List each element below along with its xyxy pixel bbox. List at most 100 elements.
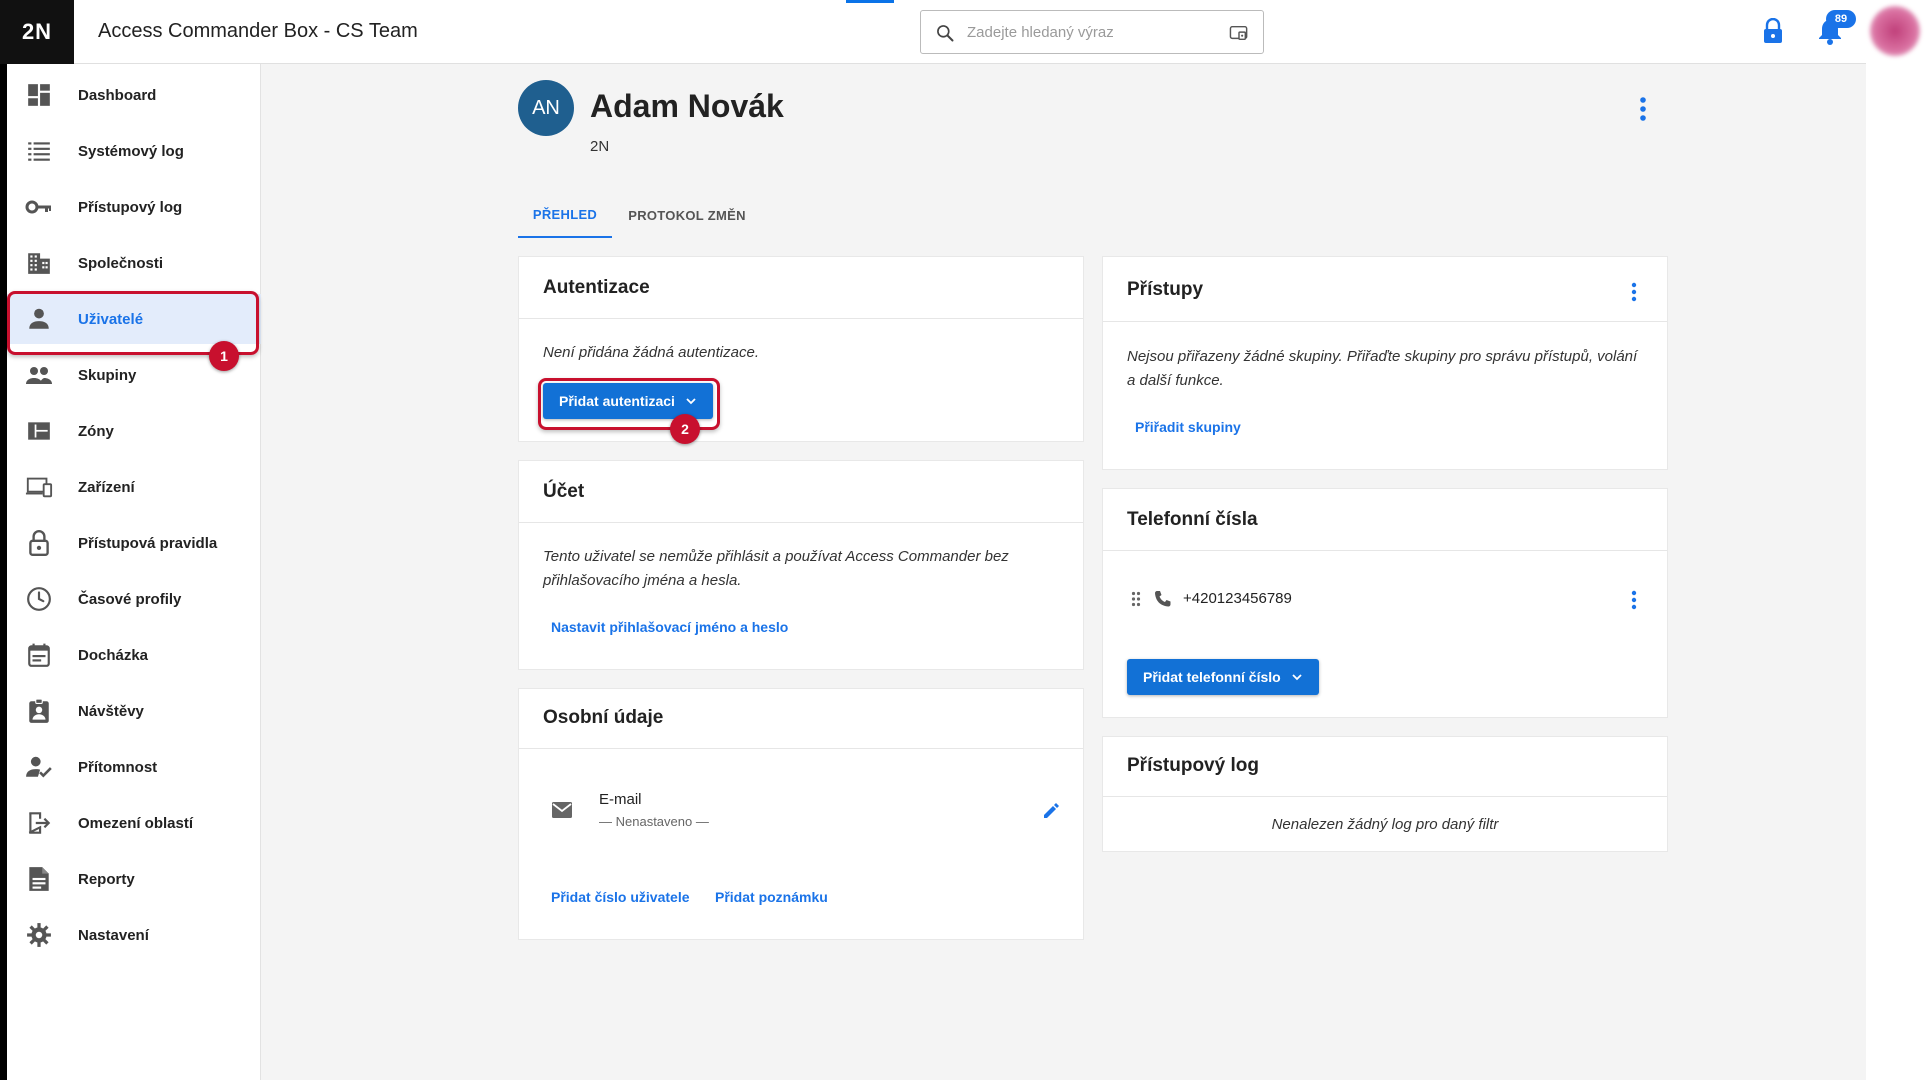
set-login-link[interactable]: Nastavit přihlašovací jméno a heslo <box>551 619 788 635</box>
sidebar-item-access-log[interactable]: Přístupový log <box>7 182 261 232</box>
sidebar-item-label: Návštěvy <box>78 702 144 720</box>
card-title: Telefonní čísla <box>1127 509 1258 530</box>
sidebar-item-label: Nastavení <box>78 926 149 944</box>
search-icon <box>937 25 954 42</box>
zones-icon <box>25 417 53 445</box>
sidebar-item-dashboard[interactable]: Dashboard <box>7 70 261 120</box>
phone-number: +420123456789 <box>1183 590 1292 607</box>
phone-numbers-card: Telefonní čísla +420123456789 Přidat tel… <box>1102 488 1668 718</box>
profile-avatar[interactable] <box>1866 0 1926 64</box>
add-user-number-link[interactable]: Přidat číslo uživatele <box>551 889 690 905</box>
add-phone-number-button[interactable]: Přidat telefonní číslo <box>1127 659 1319 695</box>
sidebar-item-settings[interactable]: Nastavení <box>7 910 261 960</box>
sidebar-item-access-rules[interactable]: Přístupová pravidla <box>7 518 261 568</box>
sidebar-item-label: Reporty <box>78 870 135 888</box>
sidebar-item-time-profiles[interactable]: Časové profily <box>7 574 261 624</box>
more-options-icon[interactable] <box>1629 281 1639 303</box>
search-input[interactable]: Zadejte hledaný výraz <box>920 10 1264 54</box>
empty-auth-text: Není přidána žádná autentizace. <box>543 344 759 361</box>
user-avatar: AN <box>518 80 574 136</box>
gear-icon <box>25 921 53 949</box>
phone-icon <box>1155 591 1171 607</box>
sidebar-item-visits[interactable]: Návštěvy <box>7 686 261 736</box>
card-reader-icon[interactable] <box>1229 24 1249 42</box>
sidebar-item-devices[interactable]: Zařízení <box>7 462 261 512</box>
add-note-link[interactable]: Přidat poznámku <box>715 889 828 905</box>
access-groups-card: Přístupy Nejsou přiřazeny žádné skupiny.… <box>1102 256 1668 470</box>
empty-log-text: Nenalezen žádný log pro daný filtr <box>1271 816 1499 833</box>
devices-icon <box>25 473 53 501</box>
sidebar-item-label: Omezení oblastí <box>78 814 194 832</box>
sidebar-item-label: Systémový log <box>78 142 184 160</box>
more-options-icon[interactable] <box>1629 589 1639 611</box>
step-marker-2: 2 <box>670 414 700 444</box>
divider <box>519 522 1083 523</box>
sidebar-item-label: Skupiny <box>78 366 137 384</box>
no-groups-text: Nejsou přiřazeny žádné skupiny. Přiřaďte… <box>1127 348 1638 389</box>
card-title: Přístupy <box>1127 279 1204 300</box>
tab-change-log[interactable]: PROTOKOL ZMĚN <box>622 192 752 238</box>
more-options-icon[interactable] <box>1636 96 1650 122</box>
person-check-icon <box>25 753 53 781</box>
visitor-badge-icon <box>25 697 53 725</box>
right-margin <box>1866 64 1926 1080</box>
button-label: Přidat telefonní číslo <box>1143 669 1281 685</box>
calendar-icon <box>25 641 53 669</box>
drag-handle-icon[interactable] <box>1131 591 1141 607</box>
edit-pencil-icon[interactable] <box>1041 801 1061 821</box>
window-edge <box>0 0 7 1080</box>
sidebar-item-reports[interactable]: Reporty <box>7 854 261 904</box>
sidebar-item-label: Časové profily <box>78 590 182 608</box>
sidebar-item-system-log[interactable]: Systémový log <box>7 126 261 176</box>
sidebar-item-label: Společnosti <box>78 254 164 272</box>
user-company: 2N <box>590 138 610 155</box>
sidebar-item-attendance[interactable]: Docházka <box>7 630 261 680</box>
sidebar: Dashboard Systémový log Přístupový log S… <box>7 64 261 1080</box>
sidebar-item-label: Dashboard <box>78 86 157 104</box>
divider <box>1103 796 1667 797</box>
account-info-text: Tento uživatel se nemůže přihlásit a pou… <box>543 548 1009 589</box>
access-log-card: Přístupový log Nenalezen žádný log pro d… <box>1102 736 1668 852</box>
loading-indicator <box>846 0 894 3</box>
sidebar-item-companies[interactable]: Společnosti <box>7 238 261 288</box>
logo[interactable]: 2N <box>0 0 74 64</box>
top-bar: 2N Access Commander Box - CS Team Zadejt… <box>0 0 1866 64</box>
divider <box>519 318 1083 319</box>
list-icon <box>25 137 53 165</box>
lock-icon[interactable] <box>1762 18 1784 44</box>
key-icon <box>25 193 53 221</box>
user-name: Adam Novák <box>590 88 784 124</box>
people-icon <box>25 361 53 389</box>
sidebar-item-label: Přístupová pravidla <box>78 534 218 552</box>
assign-groups-link[interactable]: Přiřadit skupiny <box>1135 419 1241 435</box>
personal-data-card: Osobní údaje E-mail — Nenastaveno — Přid… <box>518 688 1084 940</box>
report-icon <box>25 865 53 893</box>
sidebar-item-zones[interactable]: Zóny <box>7 406 261 456</box>
tab-overview[interactable]: PŘEHLED <box>518 192 612 238</box>
mail-icon <box>552 802 572 818</box>
card-title: Účet <box>543 481 585 502</box>
card-title: Autentizace <box>543 277 650 298</box>
chevron-down-icon <box>1292 674 1302 681</box>
dashboard-icon <box>25 81 53 109</box>
sidebar-item-area-restriction[interactable]: Omezení oblastí <box>7 798 261 848</box>
sidebar-item-label: Přístupový log <box>78 198 183 216</box>
sidebar-item-label: Zařízení <box>78 478 135 496</box>
card-title: Osobní údaje <box>543 707 664 728</box>
sidebar-item-label: Zóny <box>78 422 114 440</box>
search-placeholder: Zadejte hledaný výraz <box>967 24 1114 41</box>
divider <box>1103 321 1667 322</box>
sidebar-item-label: Docházka <box>78 646 149 664</box>
area-restriction-icon <box>25 809 53 837</box>
notification-badge: 89 <box>1826 10 1856 28</box>
email-label: E-mail <box>599 791 642 808</box>
email-value: — Nenastaveno — <box>599 814 709 829</box>
clock-icon <box>25 585 53 613</box>
divider <box>519 748 1083 749</box>
step-marker-1: 1 <box>209 341 239 371</box>
app-title: Access Commander Box - CS Team <box>98 20 418 42</box>
sidebar-item-presence[interactable]: Přítomnost <box>7 742 261 792</box>
divider <box>1103 550 1667 551</box>
lock-icon <box>25 529 53 557</box>
building-icon <box>25 249 53 277</box>
